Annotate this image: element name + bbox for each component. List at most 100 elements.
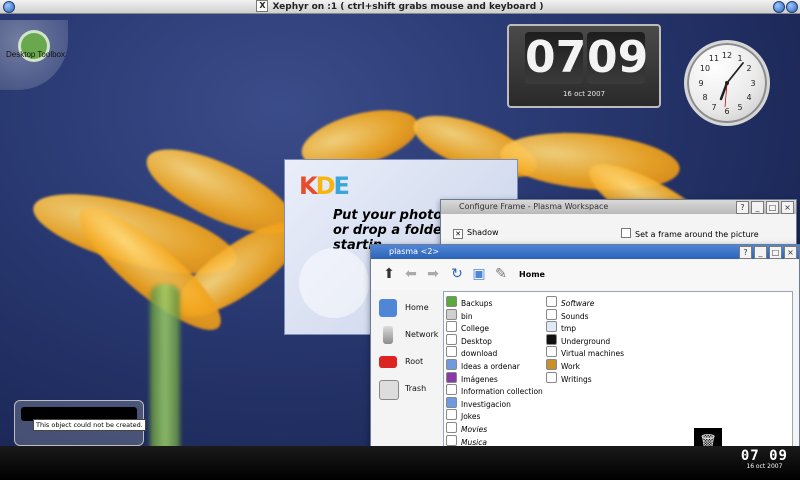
file-item[interactable]: Investigacion xyxy=(446,396,511,409)
tmp-icon xyxy=(546,321,557,333)
wrench-icon[interactable]: ✎ xyxy=(493,266,509,282)
minimize-button[interactable]: _ xyxy=(751,201,764,214)
location-label: Home xyxy=(519,270,545,279)
shadow-checkbox[interactable]: ✕ Shadow xyxy=(453,228,499,239)
plasma-file-browser: plasma <2> ? _ □ × ⬆ ⬅ ➡ ↻ ▣ ✎ Home Home xyxy=(370,244,800,464)
error-applet: This object could not be created. xyxy=(14,400,146,446)
question-icon xyxy=(446,321,457,333)
close-button[interactable]: × xyxy=(784,246,797,259)
svg-text:5: 5 xyxy=(737,103,742,112)
file-item[interactable]: Musica xyxy=(446,434,487,447)
file-item[interactable]: download xyxy=(446,346,497,358)
question-icon xyxy=(446,422,457,433)
file-item[interactable]: Movies xyxy=(446,422,487,434)
folder-icon xyxy=(446,359,457,370)
places-panel: Home Network Root Trash xyxy=(371,291,439,463)
window-title: X Xephyr on :1 ( ctrl+shift grabs mouse a… xyxy=(0,0,800,14)
flip-clock-date: 16 oct 2007 xyxy=(562,90,606,98)
analog-clock-widget[interactable]: 12 1 2 3 4 5 6 7 8 9 10 11 xyxy=(684,40,770,126)
svg-text:8: 8 xyxy=(702,93,707,102)
file-item[interactable]: Information collection xyxy=(446,384,543,396)
svg-text:10: 10 xyxy=(700,64,710,73)
configure-frame-titlebar: Configure Frame - Plasma Workspace ? _ □… xyxy=(441,200,796,214)
maximize-button[interactable]: □ xyxy=(769,246,782,259)
up-arrow-icon[interactable]: ⬆ xyxy=(381,266,397,282)
file-item[interactable]: Backups xyxy=(446,296,492,308)
svg-text:1: 1 xyxy=(737,54,742,63)
file-item[interactable]: Jokes xyxy=(446,409,480,421)
question-icon xyxy=(546,371,557,383)
place-network[interactable]: Network xyxy=(377,324,439,348)
place-root[interactable]: Root xyxy=(377,351,439,375)
svg-text:9: 9 xyxy=(698,79,703,88)
folder-icon xyxy=(446,396,457,408)
minimize-button[interactable]: _ xyxy=(754,246,767,259)
question-icon xyxy=(446,384,457,396)
question-icon xyxy=(446,333,457,345)
forward-arrow-icon[interactable]: ➡ xyxy=(425,266,441,282)
svg-text:12: 12 xyxy=(722,51,732,60)
desktop-toolbox-label: Desktop Toolbox xyxy=(6,50,65,59)
file-item[interactable]: Ideas a ordenar xyxy=(446,359,520,371)
bottom-panel: 07 09 16 oct 2007 xyxy=(0,446,800,480)
window-titlebar: X Xephyr on :1 ( ctrl+shift grabs mouse a… xyxy=(0,0,800,14)
new-folder-icon[interactable]: ▣ xyxy=(471,266,487,282)
work-icon xyxy=(546,359,557,370)
svg-text:3: 3 xyxy=(750,79,755,88)
file-list: Backups bin College Desktop download Ideas a … xyxy=(443,291,793,463)
xephyr-icon: X xyxy=(256,0,269,12)
place-trash[interactable]: Trash xyxy=(377,378,439,402)
flip-clock-hours: 07 xyxy=(525,32,587,84)
checkbox-empty-icon xyxy=(621,228,631,238)
error-message: This object could not be created. xyxy=(33,419,146,431)
minimize-button[interactable] xyxy=(773,1,785,13)
flip-clock-widget[interactable]: 07 09 16 oct 2007 xyxy=(507,24,661,108)
file-item[interactable]: Software xyxy=(546,296,594,308)
close-button[interactable] xyxy=(786,1,798,13)
question-icon xyxy=(446,409,457,421)
root-folder-icon xyxy=(379,356,397,368)
file-item[interactable]: Virtual machines xyxy=(546,346,624,358)
back-arrow-icon[interactable]: ⬅ xyxy=(403,266,419,282)
maximize-button[interactable]: □ xyxy=(766,201,779,214)
svg-text:4: 4 xyxy=(746,93,751,102)
close-button[interactable]: × xyxy=(781,201,794,214)
help-button[interactable]: ? xyxy=(736,201,749,214)
help-button[interactable]: ? xyxy=(739,246,752,259)
desktop-wallpaper: Desktop Toolbox 07 09 16 oct 2007 12 1 2… xyxy=(0,14,800,480)
gray-icon xyxy=(446,308,457,320)
flip-clock-minutes: 09 xyxy=(587,32,649,84)
question-icon xyxy=(546,296,557,307)
plasma-titlebar: plasma <2> ? _ □ × xyxy=(371,245,799,259)
file-item[interactable]: Desktop xyxy=(446,333,492,346)
file-item[interactable]: Imágenes xyxy=(446,371,498,384)
file-item[interactable]: College xyxy=(446,321,489,333)
file-item[interactable]: tmp xyxy=(546,321,576,333)
desktop-toolbox[interactable]: Desktop Toolbox xyxy=(0,20,68,90)
frame-checkbox[interactable]: Set a frame around the picture xyxy=(621,228,759,239)
panel-clock[interactable]: 07 09 16 oct 2007 xyxy=(741,449,788,470)
file-item[interactable]: Writings xyxy=(546,371,592,384)
file-item[interactable]: Work xyxy=(546,359,580,371)
cog-decoration-icon xyxy=(299,248,369,318)
file-item[interactable]: Sounds xyxy=(546,308,589,321)
svg-text:6: 6 xyxy=(724,107,729,116)
file-item[interactable]: Underground xyxy=(546,333,610,346)
network-icon xyxy=(383,326,393,344)
analog-clock-face: 12 1 2 3 4 5 6 7 8 9 10 11 xyxy=(698,51,755,116)
black-icon xyxy=(546,333,557,345)
file-item[interactable]: bin xyxy=(446,308,473,321)
purple-icon xyxy=(446,371,457,383)
question-icon xyxy=(546,308,557,320)
svg-text:11: 11 xyxy=(709,54,719,63)
question-icon xyxy=(446,346,457,358)
question-icon xyxy=(546,346,557,358)
checkbox-checked-icon: ✕ xyxy=(453,229,463,239)
plasma-toolbar: ⬆ ⬅ ➡ ↻ ▣ ✎ Home xyxy=(371,260,799,290)
reload-icon[interactable]: ↻ xyxy=(449,266,465,282)
trash-icon xyxy=(379,380,399,400)
green-icon xyxy=(446,296,457,307)
svg-text:7: 7 xyxy=(711,103,716,112)
place-home[interactable]: Home xyxy=(377,297,439,321)
home-icon xyxy=(379,299,397,317)
